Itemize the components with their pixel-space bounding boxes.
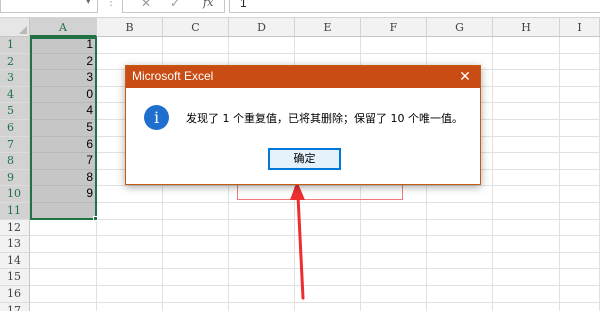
dialog-title-bar[interactable]: Microsoft Excel ✕ — [126, 66, 480, 88]
info-icon: i — [144, 105, 169, 130]
dialog-title: Microsoft Excel — [132, 69, 214, 83]
ok-button[interactable]: 确定 — [268, 148, 341, 170]
dialog-message: 发现了 1 个重复值，已将其删除；保留了 10 个唯一值。 — [186, 112, 463, 125]
message-dialog: Microsoft Excel ✕ i 发现了 1 个重复值，已将其删除；保留了… — [125, 65, 481, 185]
close-icon[interactable]: ✕ — [450, 66, 480, 88]
dialog-body: i 发现了 1 个重复值，已将其删除；保留了 10 个唯一值。 确定 — [126, 88, 480, 184]
